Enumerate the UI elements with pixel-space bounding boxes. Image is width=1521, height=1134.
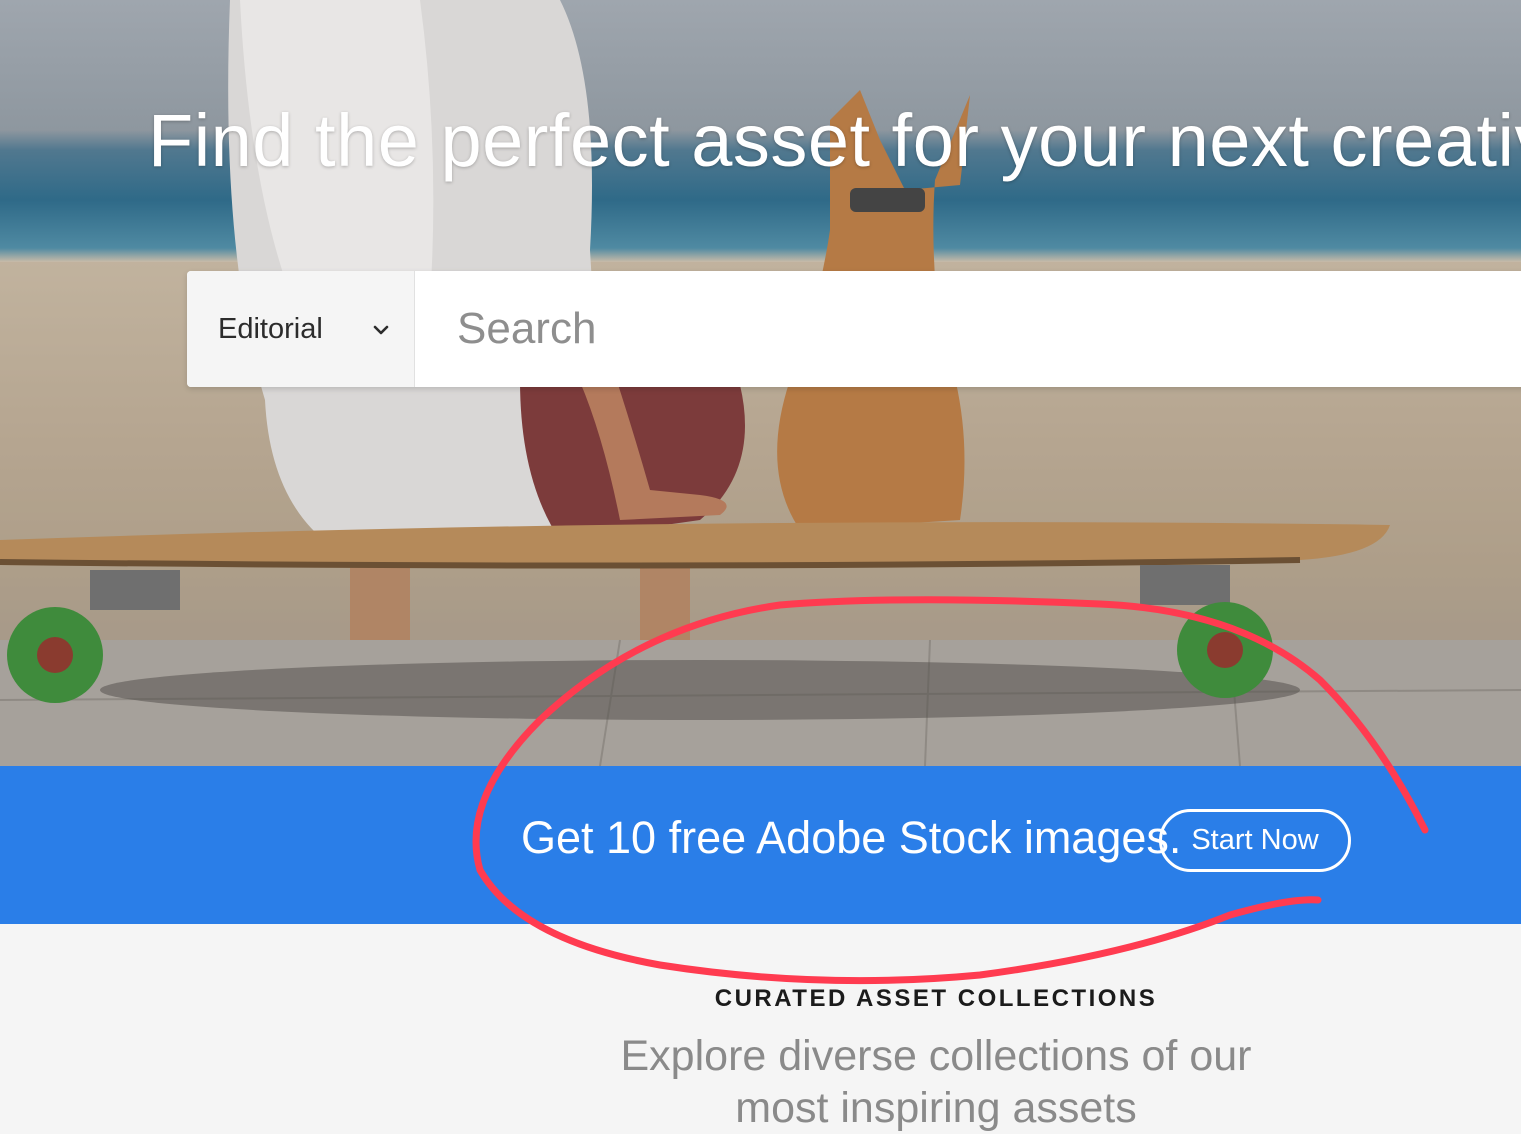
collections-subtitle-line-1: Explore diverse collections of our xyxy=(620,1032,1252,1080)
collections-eyebrow: CURATED ASSET COLLECTIONS xyxy=(714,985,1158,1012)
chevron-down-icon xyxy=(373,323,389,335)
search-input[interactable] xyxy=(415,271,1521,387)
hero-title: Find the perfect asset for your next cre… xyxy=(148,99,1521,182)
content-type-dropdown[interactable]: Editorial xyxy=(187,271,415,387)
promo-text: Get 10 free Adobe Stock images. xyxy=(521,812,1182,863)
start-now-button[interactable]: Start Now xyxy=(1159,809,1351,872)
collections-subtitle-line-2: most inspiring assets xyxy=(735,1084,1137,1132)
collections-subtitle: Explore diverse collections of our most … xyxy=(0,1030,1521,1134)
search-bar: Editorial xyxy=(187,271,1521,387)
content-type-selected-label: Editorial xyxy=(218,312,323,345)
